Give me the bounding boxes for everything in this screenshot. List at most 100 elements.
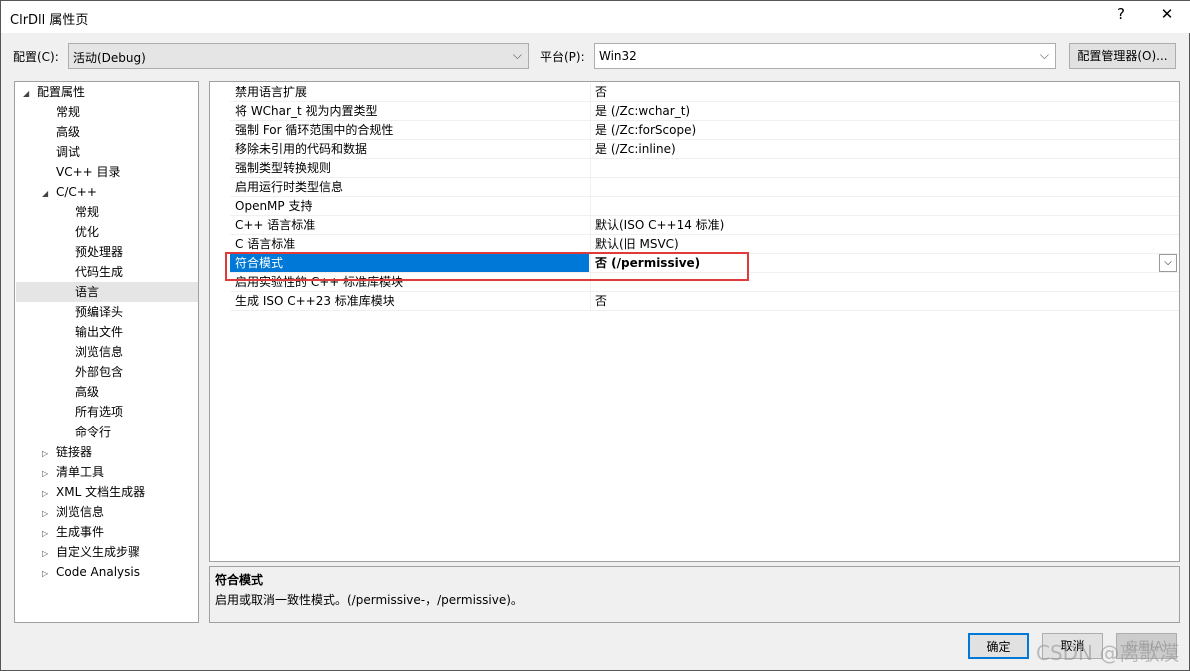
tree-item-label: C/C++ xyxy=(56,185,97,199)
property-value[interactable]: 否 xyxy=(590,292,1179,311)
property-name: C 语言标准 xyxy=(235,237,296,251)
tree-item[interactable]: 语言 xyxy=(16,282,198,302)
tree-item[interactable]: 命令行 xyxy=(61,422,111,442)
tree-item[interactable]: 预编译头 xyxy=(61,302,123,322)
tree-item-label: 调试 xyxy=(56,145,81,159)
tree-item[interactable]: 代码生成 xyxy=(61,262,123,282)
help-button[interactable]: ? xyxy=(1107,5,1135,23)
property-name: 将 WChar_t 视为内置类型 xyxy=(235,104,378,118)
collapse-arrow-icon[interactable]: ◢ xyxy=(23,84,37,104)
expand-arrow-icon[interactable]: ▷ xyxy=(42,444,56,464)
expand-arrow-icon[interactable]: ▷ xyxy=(42,564,56,584)
tree-item-label: Code Analysis xyxy=(56,565,140,579)
tree-item[interactable]: 输出文件 xyxy=(61,322,123,342)
tree-item-label: 配置属性 xyxy=(37,85,86,99)
property-value[interactable]: 默认(ISO C++14 标准) xyxy=(590,216,1179,235)
tree-item[interactable]: 所有选项 xyxy=(61,402,123,422)
property-grid: 禁用语言扩展否将 WChar_t 视为内置类型是 (/Zc:wchar_t) 强制… xyxy=(209,81,1180,562)
tree-item[interactable]: 优化 xyxy=(61,222,99,242)
tree-item-label: 预编译头 xyxy=(75,305,124,319)
watermark: CSDN @离歌漠 xyxy=(1036,641,1180,665)
property-name: C++ 语言标准 xyxy=(235,218,316,232)
window-title: ClrDll 属性页 xyxy=(10,13,89,28)
tree-item[interactable]: ◢ C/C++ xyxy=(42,182,97,202)
config-select[interactable]: 活动(Debug) ⌵ xyxy=(68,43,529,69)
platform-label: 平台(P): xyxy=(540,50,585,64)
tree-item[interactable]: 调试 xyxy=(42,142,80,162)
property-row[interactable]: 强制类型转换规则 xyxy=(230,159,1179,178)
tree-item[interactable]: ▷ 链接器 xyxy=(42,442,92,462)
tree-item-label: 输出文件 xyxy=(75,325,124,339)
tree-item[interactable]: ◢ 配置属性 xyxy=(23,82,85,102)
tree-item-label: 链接器 xyxy=(56,445,93,459)
tree-item[interactable]: ▷ XML 文档生成器 xyxy=(42,482,145,502)
tree-item[interactable]: VC++ 目录 xyxy=(42,162,121,182)
property-value[interactable] xyxy=(590,159,1179,178)
property-row[interactable]: 将 WChar_t 视为内置类型 是 (/Zc:wchar_t) xyxy=(230,102,1179,121)
property-value[interactable]: 否 xyxy=(590,83,1179,102)
tree-item[interactable]: 预处理器 xyxy=(61,242,123,262)
value-dropdown-button[interactable]: ⌵ xyxy=(1159,254,1177,272)
tree-item-label: 语言 xyxy=(75,285,100,299)
description-title: 符合模式 xyxy=(215,573,264,587)
config-manager-button[interactable]: 配置管理器(O)... xyxy=(1069,43,1176,69)
tree-item-label: 优化 xyxy=(75,225,100,239)
tree-item[interactable]: 常规 xyxy=(61,202,99,222)
title-bar: ClrDll 属性页 ? ✕ xyxy=(1,1,1190,33)
property-value[interactable]: 是 (/Zc:forScope) xyxy=(590,121,1179,140)
tree-item-label: 自定义生成步骤 xyxy=(56,545,141,559)
property-row[interactable]: OpenMP 支持 xyxy=(230,197,1179,216)
config-value: 活动(Debug) xyxy=(73,51,146,65)
property-row[interactable]: 移除未引用的代码和数据 是 (/Zc:inline) xyxy=(230,140,1179,159)
tree-item-label: 浏览信息 xyxy=(75,345,124,359)
tree-item-label: XML 文档生成器 xyxy=(56,485,146,499)
property-value[interactable] xyxy=(590,178,1179,197)
tree-item[interactable]: 浏览信息 xyxy=(61,342,123,362)
tree-item[interactable]: ▷ 浏览信息 xyxy=(42,502,104,522)
property-row[interactable]: C++ 语言标准 默认(ISO C++14 标准) xyxy=(230,216,1179,235)
property-name: 禁用语言扩展 xyxy=(235,85,308,99)
tree-item-label: 高级 xyxy=(75,385,100,399)
tree-item-label: 外部包含 xyxy=(75,365,124,379)
collapse-arrow-icon[interactable]: ◢ xyxy=(42,184,56,204)
property-name: 启用运行时类型信息 xyxy=(235,180,344,194)
property-row[interactable]: 强制 For 循环范围中的合规性 是 (/Zc:forScope) xyxy=(230,121,1179,140)
property-name: 强制类型转换规则 xyxy=(235,161,332,175)
tree-item-label: 清单工具 xyxy=(56,465,105,479)
property-value[interactable]: 是 (/Zc:wchar_t) xyxy=(590,102,1179,121)
tree-item[interactable]: 常规 xyxy=(42,102,80,122)
chevron-down-icon: ⌵ xyxy=(1039,48,1049,62)
tree-item[interactable]: ▷ Code Analysis xyxy=(42,562,140,582)
property-row[interactable]: 启用运行时类型信息 xyxy=(230,178,1179,197)
close-button[interactable]: ✕ xyxy=(1153,5,1181,23)
platform-select[interactable]: Win32 ⌵ xyxy=(594,43,1056,69)
property-row[interactable]: 生成 ISO C++23 标准库模块 否 xyxy=(230,292,1179,311)
tree-item-label: 常规 xyxy=(56,105,81,119)
ok-button[interactable]: 确定 xyxy=(968,633,1029,659)
property-value[interactable]: 是 (/Zc:inline) xyxy=(590,140,1179,159)
expand-arrow-icon[interactable]: ▷ xyxy=(42,504,56,524)
expand-arrow-icon[interactable]: ▷ xyxy=(42,484,56,504)
chevron-down-icon: ⌵ xyxy=(512,48,522,62)
tree-item-label: 常规 xyxy=(75,205,100,219)
property-name: 强制 For 循环范围中的合规性 xyxy=(235,123,394,137)
expand-arrow-icon[interactable]: ▷ xyxy=(42,464,56,484)
expand-arrow-icon[interactable]: ▷ xyxy=(42,544,56,564)
tree-item-label: 预处理器 xyxy=(75,245,124,259)
tree-item[interactable]: 外部包含 xyxy=(61,362,123,382)
tree-item[interactable]: 高级 xyxy=(61,382,99,402)
tree-item[interactable]: ▷ 生成事件 xyxy=(42,522,104,542)
expand-arrow-icon[interactable]: ▷ xyxy=(42,524,56,544)
tree-item-label: 生成事件 xyxy=(56,525,105,539)
property-tree: ◢ 配置属性 常规 高级 调试 VC++ 目录 ◢ C/C++ 常规 优化 预处理器 代码生成 语言 预编… xyxy=(14,81,199,623)
tree-item[interactable]: 高级 xyxy=(42,122,80,142)
tree-item-label: 所有选项 xyxy=(75,405,124,419)
tree-item[interactable]: ▷ 清单工具 xyxy=(42,462,104,482)
tree-item[interactable]: ▷ 自定义生成步骤 xyxy=(42,542,140,562)
tree-item-label: 代码生成 xyxy=(75,265,124,279)
description-panel: 符合模式 启用或取消一致性模式。(/permissive-，/permissiv… xyxy=(209,566,1180,623)
property-name: 生成 ISO C++23 标准库模块 xyxy=(235,294,395,308)
tree-item-label: 高级 xyxy=(56,125,81,139)
property-value[interactable] xyxy=(590,197,1179,216)
property-row[interactable]: 禁用语言扩展 否 xyxy=(230,83,1179,102)
